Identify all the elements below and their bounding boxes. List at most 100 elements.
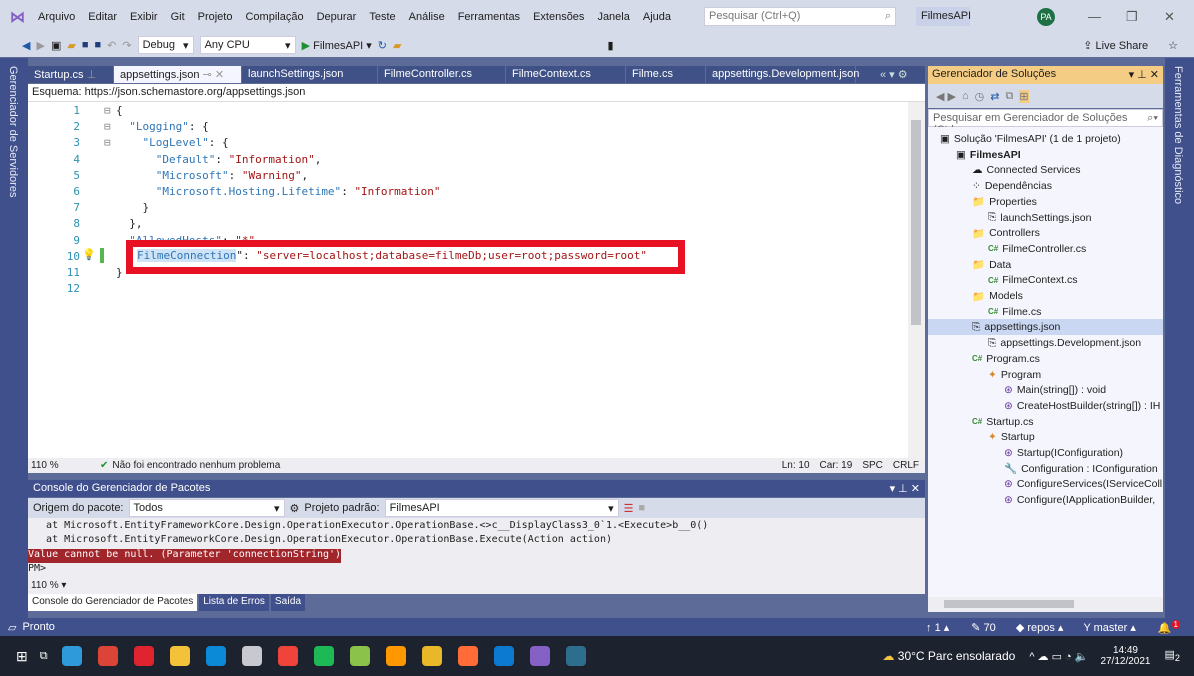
tree-item[interactable]: 📁 Data: [972, 257, 1011, 273]
postman-icon[interactable]: [457, 646, 478, 666]
tab-launchsettings-json[interactable]: launchSettings.json: [242, 66, 378, 83]
pin-icon[interactable]: ⊥: [84, 69, 97, 81]
search-input[interactable]: Pesquisar (Ctrl+Q) ⌕: [704, 7, 896, 26]
tree-item[interactable]: C# FilmeContext.cs: [988, 272, 1078, 288]
package-console-output[interactable]: at Microsoft.EntityFrameworkCore.Design.…: [28, 518, 925, 580]
bookmark-icon[interactable]: ▮: [607, 39, 613, 52]
tree-item[interactable]: ⊛ Main(string[]) : void: [1004, 382, 1106, 398]
tree-item[interactable]: ⊛ ConfigureServices(IServiceColl: [1004, 476, 1162, 492]
tab-appsettings-json[interactable]: appsettings.json ⊸ ✕: [114, 66, 242, 83]
edge-icon[interactable]: [61, 646, 82, 666]
code-line[interactable]: }: [116, 201, 149, 214]
code-line[interactable]: "Logging": {: [116, 120, 208, 133]
menu-janela[interactable]: Janela: [597, 11, 629, 23]
minimize-button[interactable]: —: [1088, 9, 1101, 24]
menu-editar[interactable]: Editar: [88, 11, 117, 23]
tree-item[interactable]: C# FilmeController.cs: [988, 241, 1086, 257]
history-icon[interactable]: ◷: [975, 90, 985, 103]
tab-startup-cs[interactable]: Startup.cs ⊥: [28, 66, 114, 83]
tree-item[interactable]: ✦ Program: [988, 367, 1041, 383]
tab-overflow-icon[interactable]: « ▾ ⚙: [880, 68, 908, 81]
paint-icon[interactable]: [241, 646, 262, 666]
problems-status[interactable]: Não foi encontrado nenhum problema: [112, 460, 280, 471]
editor-scrollbar[interactable]: [908, 102, 925, 458]
clear-icon[interactable]: ☰: [624, 502, 634, 515]
code-line[interactable]: {: [116, 104, 123, 117]
code-line[interactable]: "LogLevel": {: [116, 136, 229, 149]
branch-selector[interactable]: Y master ▴: [1083, 621, 1135, 634]
forward-icon[interactable]: ▶: [36, 39, 44, 52]
push-status[interactable]: ↑ 1 ▴: [926, 621, 949, 634]
diagnostic-tools-tab[interactable]: Ferramentas de Diagnóstico: [1172, 66, 1184, 204]
settings-icon[interactable]: ⚙: [290, 502, 300, 515]
open-icon[interactable]: ▰: [67, 39, 75, 52]
menu-exibir[interactable]: Exibir: [130, 11, 158, 23]
find-icon[interactable]: ▰: [393, 39, 401, 52]
tab-filme-cs[interactable]: Filme.cs: [626, 66, 706, 83]
config-select[interactable]: Debug ▾: [137, 36, 194, 54]
menu-projeto[interactable]: Projeto: [198, 11, 233, 23]
bottom-tab[interactable]: Saída: [270, 594, 306, 611]
console-zoom[interactable]: 110 % ▾: [28, 580, 925, 594]
close-button[interactable]: ✕: [1164, 9, 1175, 25]
sync-icon[interactable]: ⇄: [990, 90, 999, 103]
default-project-select[interactable]: FilmesAPI ▾: [384, 499, 619, 517]
stop-icon[interactable]: ■: [638, 502, 645, 514]
git-tool-icon[interactable]: [421, 646, 442, 666]
collapse-icon[interactable]: ⧉: [1005, 90, 1013, 103]
pm-prompt[interactable]: PM>: [28, 563, 925, 574]
tree-item[interactable]: C# Filme.cs: [988, 304, 1041, 320]
tray-icons[interactable]: ^ ☁ ▭ ◔ 🔈: [1029, 650, 1088, 663]
tree-horizontal-scrollbar[interactable]: [928, 597, 1163, 612]
menu-teste[interactable]: Teste: [369, 11, 395, 23]
fold-icon[interactable]: ⊟: [104, 136, 111, 149]
menu-git[interactable]: Git: [171, 11, 185, 23]
windows-start-icon[interactable]: ⊞: [16, 648, 28, 665]
pin-icon[interactable]: ⊸ ✕: [200, 69, 225, 81]
notepad-icon[interactable]: [349, 646, 370, 666]
opera-icon[interactable]: [133, 646, 154, 666]
live-share-button[interactable]: ⇪ Live Share: [1083, 39, 1148, 52]
server-explorer-tab[interactable]: Gerenciador de Servidores: [7, 66, 19, 197]
tab-appsettings-development-json[interactable]: appsettings.Development.json: [706, 66, 859, 83]
schema-value[interactable]: https://json.schemastore.org/appsettings…: [85, 86, 306, 98]
mysql-workbench-icon[interactable]: [565, 646, 586, 666]
menu-ajuda[interactable]: Ajuda: [643, 11, 671, 23]
tree-item[interactable]: ⊛ Startup(IConfiguration): [1004, 445, 1123, 461]
menu-compilação[interactable]: Compilação: [245, 11, 303, 23]
anydesk-icon[interactable]: [277, 646, 298, 666]
code-editor[interactable]: 1{2 "Logging": {3 "LogLevel": {4 "Defaul…: [28, 102, 908, 458]
show-all-icon[interactable]: ⊞: [1019, 89, 1029, 103]
spotify-icon[interactable]: [313, 646, 334, 666]
zoom-select[interactable]: 110 %: [28, 460, 82, 471]
code-line[interactable]: }: [116, 266, 123, 279]
tree-item[interactable]: 📁 Controllers: [972, 225, 1040, 241]
save-all-icon[interactable]: ■: [94, 39, 101, 51]
visual-studio-icon[interactable]: [529, 646, 550, 666]
clock[interactable]: 14:49 27/12/2021: [1100, 645, 1150, 667]
menu-análise[interactable]: Análise: [409, 11, 445, 23]
undo-icon[interactable]: ↶: [107, 39, 116, 52]
platform-select[interactable]: Any CPU ▾: [199, 36, 296, 54]
tree-item[interactable]: 📁 Models: [972, 288, 1023, 304]
tree-item[interactable]: ⁘ Dependências: [972, 178, 1052, 194]
code-line[interactable]: "Microsoft": "Warning",: [116, 169, 308, 182]
skype-icon[interactable]: [205, 646, 226, 666]
back-icon[interactable]: ◀: [22, 39, 30, 52]
tree-item[interactable]: ⎘ appsettings.Development.json: [988, 335, 1141, 351]
package-source-select[interactable]: Todos ▾: [128, 499, 285, 517]
menu-ferramentas[interactable]: Ferramentas: [458, 11, 520, 23]
tab-filmecontroller-cs[interactable]: FilmeController.cs: [378, 66, 506, 83]
edits-status[interactable]: ✎ 70: [971, 621, 996, 634]
menu-extensões[interactable]: Extensões: [533, 11, 584, 23]
run-button[interactable]: ▶ FilmesAPI ▾: [302, 39, 372, 52]
tree-item[interactable]: ⊛ CreateHostBuilder(string[]) : IH: [1004, 398, 1160, 414]
code-line[interactable]: },: [116, 217, 142, 230]
avatar[interactable]: PA: [1037, 8, 1055, 26]
tree-item[interactable]: ⎘ appsettings.json: [928, 319, 1163, 336]
tree-item[interactable]: ▣ Solução 'FilmesAPI' (1 de 1 projeto): [940, 131, 1121, 147]
task-view-icon[interactable]: ⧉: [40, 650, 48, 663]
notifications-icon[interactable]: 🔔 1: [1158, 619, 1180, 634]
tab-filmecontext-cs[interactable]: FilmeContext.cs: [506, 66, 626, 83]
tree-item[interactable]: ▣ FilmesAPI: [956, 147, 1021, 163]
